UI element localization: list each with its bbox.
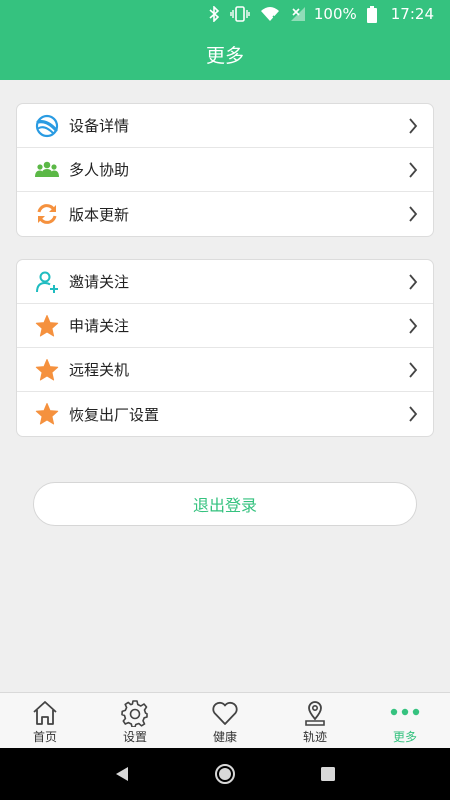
back-button[interactable] <box>102 754 142 794</box>
row-label: 版本更新 <box>69 205 130 224</box>
tab-health[interactable]: 健康 <box>180 693 270 748</box>
add-user-icon <box>35 270 59 294</box>
star-icon <box>35 358 59 382</box>
settings-group-1: 设备详情 多人协助 版本更新 <box>16 103 434 237</box>
heart-icon <box>211 698 239 728</box>
tab-label: 轨迹 <box>302 730 327 744</box>
tab-label: 更多 <box>392 730 417 744</box>
chevron-right-icon <box>407 204 419 224</box>
chevron-right-icon <box>407 160 419 180</box>
wifi-icon <box>260 6 280 22</box>
location-pin-icon <box>301 698 329 728</box>
row-label: 邀请关注 <box>69 273 130 291</box>
chevron-right-icon <box>407 116 419 136</box>
row-request-follow[interactable]: 申请关注 <box>17 304 433 348</box>
group-icon <box>35 158 59 182</box>
row-label: 设备详情 <box>69 117 130 135</box>
row-invite-follow[interactable]: 邀请关注 <box>17 260 433 304</box>
tab-label: 首页 <box>32 730 57 744</box>
row-label: 多人协助 <box>69 161 130 179</box>
chevron-right-icon <box>407 360 419 380</box>
row-label: 恢复出厂设置 <box>69 405 160 424</box>
row-multi-assist[interactable]: 多人协助 <box>17 148 433 192</box>
chevron-right-icon <box>407 404 419 424</box>
row-factory-reset[interactable]: 恢复出厂设置 <box>17 392 433 436</box>
tab-label: 健康 <box>212 730 237 744</box>
tab-track[interactable]: 轨迹 <box>270 693 360 748</box>
logout-button[interactable]: 退出登录 <box>33 482 417 526</box>
logout-label: 退出登录 <box>192 496 257 515</box>
home-icon <box>31 698 59 728</box>
app-header: 更多 <box>0 28 450 80</box>
device-ring-icon <box>35 114 59 138</box>
home-button[interactable] <box>205 754 245 794</box>
star-icon <box>35 314 59 338</box>
gear-icon <box>121 698 149 728</box>
settings-group-2: 邀请关注 申请关注 远程关机 恢复出厂设置 <box>16 259 434 437</box>
refresh-icon <box>35 202 59 226</box>
battery-icon <box>366 5 377 23</box>
tab-label: 设置 <box>122 730 147 744</box>
chevron-right-icon <box>407 272 419 292</box>
cell-signal-icon <box>290 6 306 22</box>
tab-home[interactable]: 首页 <box>0 693 90 748</box>
vibrate-icon <box>230 6 250 22</box>
tab-settings[interactable]: 设置 <box>90 693 180 748</box>
clock: 17:24 <box>390 5 434 23</box>
battery-percent: 100% <box>313 5 357 23</box>
more-dots-icon <box>389 698 421 728</box>
star-icon <box>35 402 59 426</box>
tab-more[interactable]: 更多 <box>360 693 450 748</box>
bluetooth-icon <box>208 6 220 22</box>
row-device-details[interactable]: 设备详情 <box>17 104 433 148</box>
bottom-tab-bar: 首页 设置 健康 轨迹 更多 <box>0 692 450 748</box>
row-remote-shutdown[interactable]: 远程关机 <box>17 348 433 392</box>
system-nav-bar <box>0 748 450 800</box>
page-title: 更多 <box>205 44 244 67</box>
chevron-right-icon <box>407 316 419 336</box>
row-label: 申请关注 <box>69 317 130 335</box>
recents-button[interactable] <box>308 754 348 794</box>
row-label: 远程关机 <box>69 361 130 379</box>
status-bar: 100% 17:24 <box>0 0 450 28</box>
row-version-update[interactable]: 版本更新 <box>17 192 433 236</box>
